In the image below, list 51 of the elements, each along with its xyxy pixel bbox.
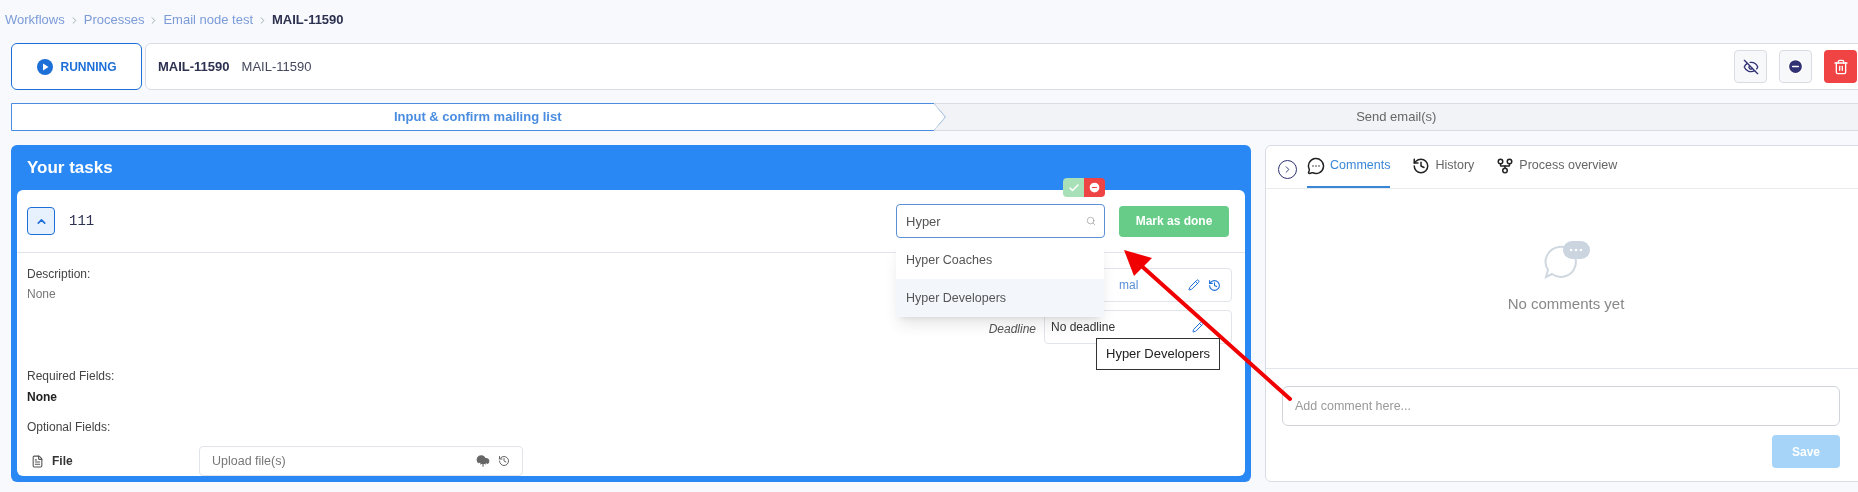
search-field[interactable]: Hyper	[896, 204, 1105, 238]
process-name: MAIL-11590	[241, 57, 312, 76]
panel-title: Your tasks	[27, 156, 113, 179]
minus-circle-icon	[1088, 181, 1101, 194]
stop-button[interactable]	[1779, 50, 1812, 83]
eye-off-icon	[1742, 58, 1759, 75]
pencil-icon	[1192, 321, 1204, 333]
step-tab[interactable]: Input & confirm mailing list	[11, 103, 945, 131]
dropdown-option[interactable]: Hyper Developers	[896, 279, 1104, 317]
priority-value: mal	[1119, 277, 1140, 294]
task-name: 111	[69, 211, 95, 231]
panel-tab[interactable]: Comments	[1307, 145, 1391, 188]
history-icon	[1412, 156, 1431, 175]
panel-tab[interactable]: Process overview	[1496, 145, 1618, 188]
trash-icon	[1832, 58, 1849, 75]
history-icon	[498, 455, 510, 467]
file-icon	[31, 454, 44, 468]
step-tab[interactable]: Send email(s)	[934, 103, 1858, 131]
status-button[interactable]: RUNNING	[11, 43, 142, 90]
dropdown-option[interactable]: Hyper Coaches	[896, 241, 1104, 279]
field-label: Deadline	[988, 320, 1036, 338]
breadcrumb-link[interactable]: MAIL-11590	[272, 10, 344, 30]
hide-button[interactable]	[1734, 50, 1767, 83]
process-id: MAIL-11590	[158, 57, 230, 76]
panel-tab[interactable]: History	[1412, 145, 1475, 188]
empty-message: No comments yet	[1507, 294, 1625, 315]
history-icon	[1208, 278, 1221, 292]
minus-circle-icon	[1787, 58, 1804, 75]
fork-icon	[1496, 156, 1515, 175]
breadcrumb-link[interactable]: Processes	[83, 10, 145, 30]
required-value: None	[27, 389, 58, 406]
play-icon	[36, 58, 53, 75]
field-label: Description:	[27, 266, 92, 283]
deadline-value: No deadline	[1051, 319, 1117, 336]
cancel-button[interactable]	[1084, 178, 1105, 197]
breadcrumb-link[interactable]: Workflows	[5, 10, 65, 30]
chat-icon	[1307, 156, 1325, 175]
description-text: None	[27, 286, 57, 303]
breadcrumb-link[interactable]: Email node test	[163, 10, 254, 30]
comment-field[interactable]: Add comment here...	[1282, 386, 1840, 426]
collapse-button[interactable]	[27, 207, 55, 235]
field-name: File	[52, 453, 73, 470]
check-icon	[1067, 181, 1080, 194]
delete-button[interactable]	[1824, 50, 1857, 83]
search-icon	[1086, 216, 1096, 226]
field-label: Required Fields:	[27, 368, 116, 385]
tooltip: Hyper Developers	[1096, 338, 1221, 370]
pencil-icon	[1188, 279, 1200, 291]
upload-field[interactable]: Upload file(s)	[199, 446, 523, 476]
field-label: Optional Fields:	[27, 419, 112, 436]
upload-icon	[476, 454, 490, 468]
